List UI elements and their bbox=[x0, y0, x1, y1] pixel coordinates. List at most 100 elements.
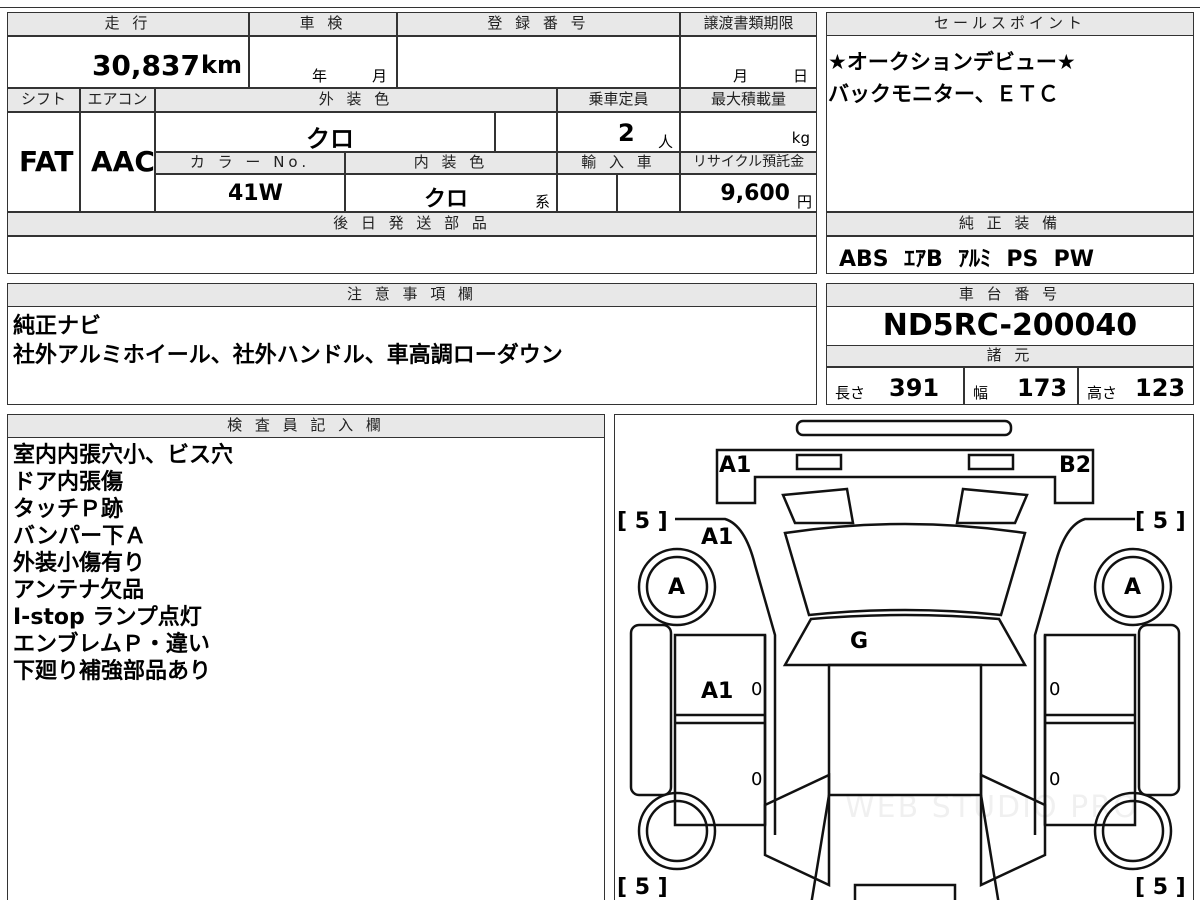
rear-outline-shape bbox=[853, 883, 957, 900]
tire-right-rear: [ 5 ] bbox=[1135, 875, 1186, 900]
tire-left-rear: [ 5 ] bbox=[617, 875, 668, 900]
registration-cell bbox=[397, 36, 680, 88]
chassis-value: ND5RC-200040 bbox=[882, 308, 1138, 343]
chassis-label: 車 台 番 号 bbox=[826, 283, 1194, 307]
transfer-month: 月 bbox=[733, 67, 749, 85]
later-parts-label: 後 日 発 送 部 品 bbox=[7, 212, 817, 236]
height-cell: 高さ 123 bbox=[1078, 367, 1194, 405]
inspector-lines: 室内内張穴小、ビス穴 ドア内張傷 タッチＰ跡 バンパー下Ａ 外装小傷有り アンテ… bbox=[13, 442, 233, 685]
color-no-label: カ ラ ー No. bbox=[155, 152, 345, 174]
capacity-cell: 2 人 bbox=[557, 112, 680, 152]
headlight-right-shape bbox=[967, 453, 1015, 471]
color-no-value: 41W bbox=[228, 181, 283, 206]
ext-color-extra-cell bbox=[495, 112, 557, 152]
equipment-label: 純 正 装 備 bbox=[826, 212, 1194, 236]
front-bumper-shape bbox=[795, 419, 1013, 437]
shaken-month: 月 bbox=[372, 67, 388, 85]
wheel-left-rear-shape bbox=[637, 791, 717, 871]
sill-left-shape bbox=[629, 623, 673, 797]
later-parts-cell bbox=[7, 236, 817, 274]
mileage-value: 30,837 bbox=[91, 49, 200, 82]
shaken-year: 年 bbox=[312, 67, 328, 85]
zero-left-lower: 0 bbox=[751, 769, 763, 790]
vent-left-shape bbox=[781, 487, 855, 525]
sill-right-shape bbox=[1137, 623, 1181, 797]
mark-b2-front: B2 bbox=[1059, 453, 1092, 478]
windshield-shape bbox=[783, 522, 1027, 617]
watermark: WEB STUDIO PRO bbox=[845, 790, 1139, 825]
max-load-label: 最大積載量 bbox=[680, 88, 817, 112]
inspector-line: タッチＰ跡 bbox=[13, 497, 124, 522]
width-label: 幅 bbox=[973, 384, 989, 402]
car-diagram-box: WEB STUDIO PRO A1 B2 A1 A A G A1 0 0 0 0… bbox=[614, 414, 1194, 900]
inspector-line: ドア内張傷 bbox=[13, 470, 124, 495]
mileage-unit: km bbox=[201, 51, 242, 79]
ext-color-label: 外 装 色 bbox=[155, 88, 557, 112]
recycle-label: リサイクル預託金 bbox=[680, 152, 817, 174]
import-label: 輸 入 車 bbox=[557, 152, 680, 174]
capacity-unit: 人 bbox=[658, 133, 674, 151]
ac-cell: AAC bbox=[80, 112, 155, 212]
max-load-cell: kg bbox=[680, 112, 817, 152]
zero-left-upper: 0 bbox=[751, 679, 763, 700]
load-unit: kg bbox=[791, 129, 810, 147]
sales-point-1: ★オークションデビュー★ bbox=[828, 50, 1076, 74]
capacity-value: 2 bbox=[618, 119, 635, 147]
import-cell-a bbox=[557, 174, 617, 212]
capacity-label: 乗車定員 bbox=[557, 88, 680, 112]
inspector-line: バンパー下Ａ bbox=[13, 524, 147, 549]
equipment-cell: ABS ｴｱB ｱﾙﾐ PS PW bbox=[826, 236, 1194, 274]
recycle-cell: 9,600 円 bbox=[680, 174, 817, 212]
sales-point-2: バックモニター、ＥＴＣ bbox=[828, 82, 1059, 106]
transfer-day: 日 bbox=[793, 67, 809, 85]
shaken-cell: 年 月 bbox=[249, 36, 397, 88]
specs-label: 諸 元 bbox=[826, 345, 1194, 367]
front-outline-shape bbox=[715, 448, 1095, 505]
sales-points-box bbox=[826, 12, 1194, 212]
notes-label: 注 意 事 項 欄 bbox=[7, 283, 817, 307]
mark-a-left: A bbox=[668, 575, 686, 600]
inspector-label: 検 査 員 記 入 欄 bbox=[7, 414, 605, 438]
height-value: 123 bbox=[1135, 374, 1186, 402]
height-label: 高さ bbox=[1087, 384, 1118, 402]
shift-label: シフト bbox=[7, 88, 80, 112]
registration-label: 登 録 番 号 bbox=[397, 12, 680, 36]
mileage-label: 走 行 bbox=[7, 12, 249, 36]
recycle-unit: 円 bbox=[796, 193, 812, 211]
notes-line-2: 社外アルミホイール、社外ハンドル、車高調ローダウン bbox=[13, 343, 563, 368]
ext-color-cell: クロ bbox=[155, 112, 495, 153]
inspector-line: 下廻り補強部品あり bbox=[13, 659, 212, 684]
ext-color-value: クロ bbox=[306, 125, 354, 153]
inspector-line: 室内内張穴小、ビス穴 bbox=[13, 443, 234, 468]
inspector-line: アンテナ欠品 bbox=[13, 578, 145, 603]
vent-right-shape bbox=[955, 487, 1029, 525]
width-cell: 幅 173 bbox=[964, 367, 1078, 405]
inspector-line: エンブレムＰ・違い bbox=[13, 632, 210, 657]
length-value: 391 bbox=[889, 374, 940, 402]
ac-label: エアコン bbox=[80, 88, 155, 112]
notes-line-1: 純正ナビ bbox=[13, 314, 102, 339]
mark-a1-front: A1 bbox=[719, 453, 752, 478]
car-diagram bbox=[629, 419, 1181, 900]
transfer-cell: 月 日 bbox=[680, 36, 817, 88]
import-cell-b bbox=[617, 174, 680, 212]
width-value: 173 bbox=[1017, 374, 1068, 402]
headlight-left-shape bbox=[795, 453, 843, 471]
int-color-suffix: 系 bbox=[534, 193, 550, 211]
int-color-label: 内 装 色 bbox=[345, 152, 557, 174]
zero-right-upper: 0 bbox=[1049, 679, 1061, 700]
mark-a1-door: A1 bbox=[701, 679, 734, 704]
inspector-line: I-stop ランプ点灯 bbox=[13, 605, 202, 630]
inspector-line: 外装小傷有り bbox=[13, 551, 146, 576]
int-color-cell: クロ 系 bbox=[345, 174, 557, 212]
length-label: 長さ bbox=[835, 384, 866, 402]
shift-value: FAT bbox=[19, 145, 74, 178]
transfer-deadline-label: 譲渡書類期限 bbox=[680, 12, 817, 36]
mileage-cell: 30,837 km bbox=[7, 36, 249, 88]
tire-right-front: [ 5 ] bbox=[1135, 509, 1186, 534]
mark-a-right: A bbox=[1124, 575, 1142, 600]
recycle-value: 9,600 bbox=[720, 181, 790, 206]
tire-left-front: [ 5 ] bbox=[617, 509, 668, 534]
ac-value: AAC bbox=[91, 145, 155, 178]
wheel-left-rear-inner-shape bbox=[645, 799, 709, 863]
